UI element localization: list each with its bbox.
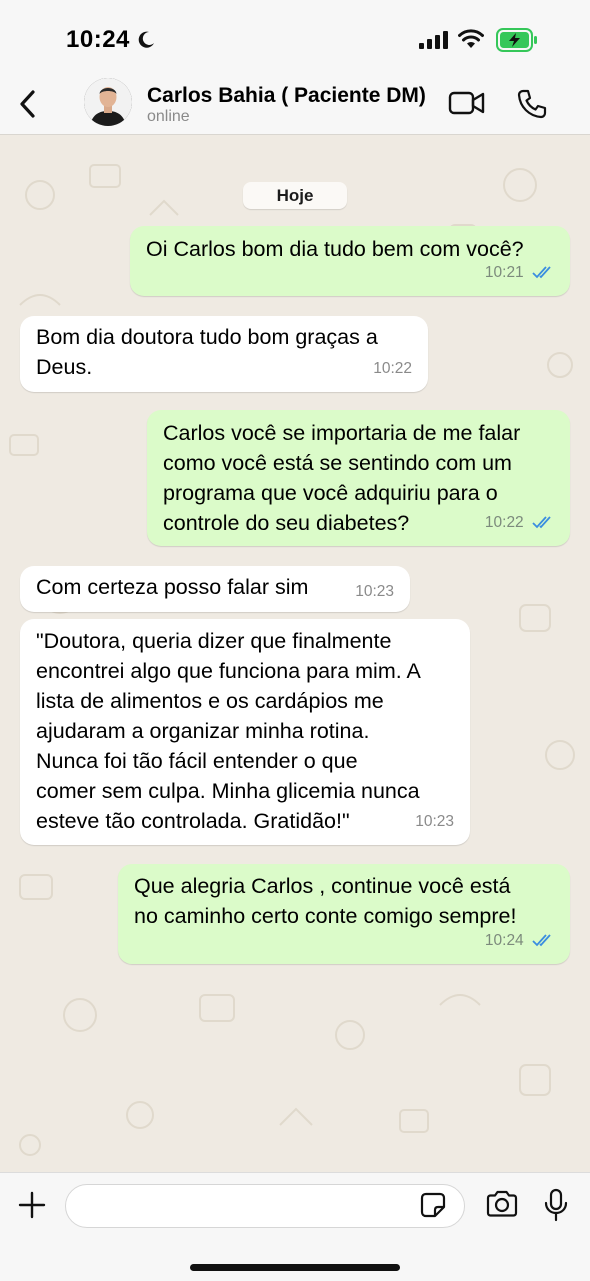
message-text: Oi Carlos bom dia tudo bem com você? xyxy=(146,237,524,261)
message-time: 10:21 xyxy=(484,264,524,281)
message-time: 10:23 xyxy=(415,813,454,830)
contact-name[interactable]: Carlos Bahia ( Paciente DM) xyxy=(147,84,426,108)
video-camera-icon[interactable] xyxy=(448,89,486,117)
signal-icon xyxy=(419,31,448,49)
microphone-icon[interactable] xyxy=(543,1188,569,1222)
message-time: 10:22 xyxy=(373,360,412,377)
wifi-icon xyxy=(458,29,484,48)
double-check-icon xyxy=(532,516,551,529)
phone-icon[interactable] xyxy=(516,88,548,120)
message-meta: 10:21 xyxy=(485,258,554,288)
message-time: 10:23 xyxy=(355,583,394,600)
message-meta: 10:22 xyxy=(485,508,554,538)
plus-icon[interactable] xyxy=(17,1190,47,1220)
message-text: Bom dia doutora tudo bom graças a Deus. xyxy=(36,325,378,379)
message-input[interactable] xyxy=(65,1184,465,1228)
message-outgoing[interactable]: Carlos você se importaria de me falar co… xyxy=(147,410,570,546)
back-chevron-icon[interactable] xyxy=(14,86,44,122)
double-check-icon xyxy=(532,266,551,279)
avatar[interactable] xyxy=(84,78,132,126)
message-composer xyxy=(0,1172,590,1281)
double-check-icon xyxy=(532,934,551,947)
camera-icon[interactable] xyxy=(485,1190,519,1218)
message-incoming[interactable]: "Doutora, queria dizer que finalmente en… xyxy=(20,619,470,845)
top-bar: 10:24 Carlos Bahia ( Paciente DM) online xyxy=(0,0,590,135)
message-text: "Doutora, queria dizer que finalmente en… xyxy=(36,629,421,833)
battery-charging-icon xyxy=(496,28,537,52)
home-indicator xyxy=(190,1264,400,1271)
status-time: 10:24 xyxy=(66,26,130,53)
date-separator: Hoje xyxy=(243,182,347,209)
message-meta: 10:24 xyxy=(485,926,554,956)
avatar-photo xyxy=(84,78,132,126)
message-outgoing[interactable]: Que alegria Carlos , continue você está … xyxy=(118,864,570,964)
message-time: 10:22 xyxy=(484,514,524,531)
message-incoming[interactable]: Bom dia doutora tudo bom graças a Deus. … xyxy=(20,316,428,392)
message-text: Com certeza posso falar sim xyxy=(36,575,309,599)
message-time: 10:24 xyxy=(484,932,524,949)
message-outgoing[interactable]: Oi Carlos bom dia tudo bem com você? 10:… xyxy=(130,226,570,296)
sticker-icon[interactable] xyxy=(420,1192,446,1218)
message-incoming[interactable]: Com certeza posso falar sim 10:23 xyxy=(20,566,410,612)
contact-status: online xyxy=(147,108,190,125)
moon-icon xyxy=(138,31,154,48)
message-text: Que alegria Carlos , continue você está … xyxy=(134,874,517,928)
message-text: Carlos você se importaria de me falar co… xyxy=(163,421,521,535)
